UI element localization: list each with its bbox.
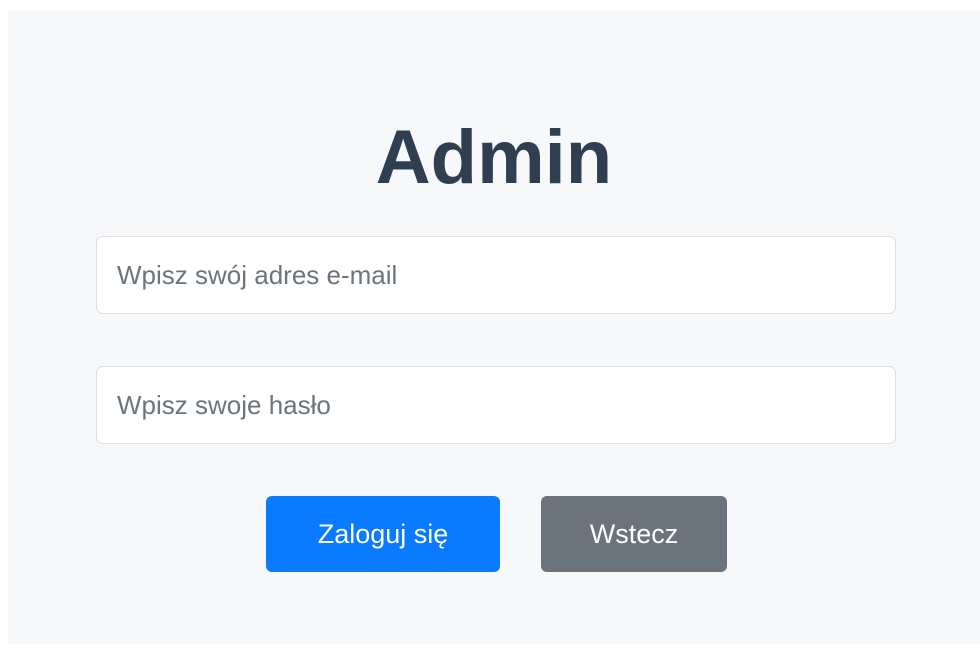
password-field[interactable] — [96, 366, 896, 444]
login-panel: Admin Zaloguj się Wstecz — [8, 10, 980, 644]
login-button[interactable]: Zaloguj się — [266, 496, 500, 572]
back-button[interactable]: Wstecz — [541, 496, 727, 572]
email-field[interactable] — [96, 236, 896, 314]
page-title: Admin — [375, 115, 613, 200]
